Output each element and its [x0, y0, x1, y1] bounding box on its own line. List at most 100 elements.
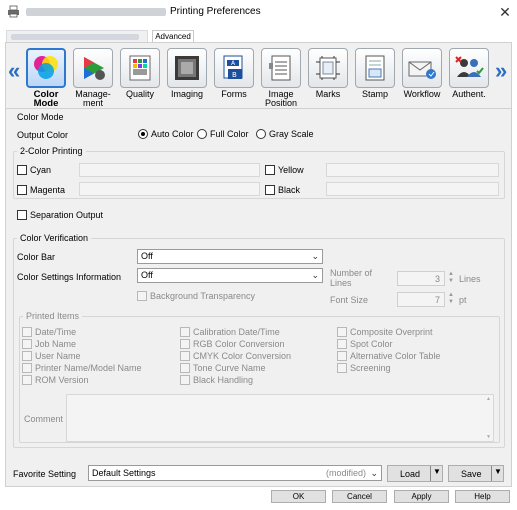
- management-icon: [73, 48, 113, 88]
- pt-unit: pt: [459, 295, 467, 305]
- date-time-checkbox[interactable]: Date/Time: [22, 326, 142, 338]
- printed-items-column-3: Composite Overprint Spot Color Alternati…: [337, 326, 440, 374]
- forms-icon: AB: [214, 48, 254, 88]
- checkbox[interactable]: [337, 339, 347, 349]
- ok-button[interactable]: OK: [271, 490, 326, 503]
- load-label: Load: [400, 469, 421, 479]
- yellow-checkbox[interactable]: Yellow: [265, 165, 304, 175]
- color-bar-select[interactable]: Off ⌄: [137, 249, 323, 264]
- checkbox[interactable]: [22, 339, 32, 349]
- full-color-radio[interactable]: Full Color: [197, 129, 249, 139]
- color-mode-icon: [26, 48, 66, 88]
- printer-name-checkbox[interactable]: Printer Name/Model Name: [22, 362, 142, 374]
- save-dropdown-icon[interactable]: ▼: [494, 467, 502, 476]
- checkbox[interactable]: [22, 351, 32, 361]
- category-label: Marks: [315, 89, 341, 99]
- checkbox[interactable]: [265, 165, 275, 175]
- checkbox[interactable]: [337, 363, 347, 373]
- category-management[interactable]: Manage- ment: [71, 48, 115, 108]
- checkbox[interactable]: [22, 363, 32, 373]
- category-authentication[interactable]: Authent.: [447, 48, 491, 99]
- svg-text:B: B: [232, 71, 237, 79]
- background-transparency-checkbox[interactable]: Background Transparency: [137, 291, 255, 301]
- color-settings-information-select[interactable]: Off ⌄: [137, 268, 323, 283]
- composite-overprint-checkbox[interactable]: Composite Overprint: [337, 326, 440, 338]
- checkbox[interactable]: [137, 291, 147, 301]
- category-workflow[interactable]: Workflow: [400, 48, 444, 99]
- checkbox[interactable]: [180, 339, 190, 349]
- checkbox[interactable]: [180, 363, 190, 373]
- chevron-down-icon: ⌄: [311, 270, 319, 280]
- checkbox[interactable]: [17, 185, 27, 195]
- comment-scrollbar[interactable]: ▲ ▼: [484, 396, 493, 440]
- yellow-field: [326, 163, 499, 177]
- checkbox[interactable]: [265, 185, 275, 195]
- checkbox[interactable]: [17, 165, 27, 175]
- authentication-icon: [449, 48, 489, 88]
- font-size-input[interactable]: 7: [397, 292, 445, 307]
- number-of-lines-label: Number of Lines: [330, 268, 373, 288]
- black-checkbox[interactable]: Black: [265, 185, 300, 195]
- category-imaging[interactable]: Imaging: [165, 48, 209, 99]
- cyan-field: [79, 163, 260, 177]
- nav-right-icon[interactable]: »: [495, 58, 507, 84]
- separation-output-checkbox[interactable]: Separation Output: [17, 210, 103, 220]
- save-label: Save: [461, 469, 482, 479]
- calibration-date-time-checkbox[interactable]: Calibration Date/Time: [180, 326, 291, 338]
- job-name-checkbox[interactable]: Job Name: [22, 338, 142, 350]
- magenta-field: [79, 182, 260, 196]
- checkbox[interactable]: [180, 327, 190, 337]
- favorite-setting-select[interactable]: Default Settings (modified) ⌄: [88, 465, 382, 481]
- checkbox[interactable]: [17, 210, 27, 220]
- category-forms[interactable]: AB Forms: [212, 48, 256, 99]
- category-stamp[interactable]: Stamp: [353, 48, 397, 99]
- number-of-lines-input[interactable]: 3: [397, 271, 445, 286]
- color-verification-title: Color Verification: [17, 233, 92, 243]
- checkbox[interactable]: [22, 375, 32, 385]
- color-settings-information-value: Off: [141, 270, 153, 280]
- cmyk-color-conversion-checkbox[interactable]: CMYK Color Conversion: [180, 350, 291, 362]
- checkbox[interactable]: [337, 351, 347, 361]
- title-bar: Printing Preferences ✕: [0, 0, 517, 24]
- screening-checkbox[interactable]: Screening: [337, 362, 440, 374]
- user-name-checkbox[interactable]: User Name: [22, 350, 142, 362]
- magenta-checkbox[interactable]: Magenta: [17, 185, 65, 195]
- tone-curve-name-checkbox[interactable]: Tone Curve Name: [180, 362, 291, 374]
- load-dropdown-icon[interactable]: ▼: [433, 467, 441, 476]
- nav-left-icon[interactable]: «: [8, 58, 20, 84]
- help-button[interactable]: Help: [455, 490, 510, 503]
- font-size-spinner[interactable]: ▲ ▼: [446, 292, 456, 307]
- font-size-label: Font Size: [330, 295, 369, 305]
- spot-color-checkbox[interactable]: Spot Color: [337, 338, 440, 350]
- checkbox[interactable]: [22, 327, 32, 337]
- rom-version-checkbox[interactable]: ROM Version: [22, 374, 142, 386]
- checkbox[interactable]: [180, 351, 190, 361]
- black-field: [326, 182, 499, 196]
- window-title: Printing Preferences: [170, 6, 261, 17]
- close-icon[interactable]: ✕: [496, 3, 514, 21]
- radio-button[interactable]: [138, 129, 148, 139]
- comment-textarea[interactable]: [66, 394, 494, 442]
- number-of-lines-spinner[interactable]: ▲ ▼: [446, 271, 456, 286]
- checkbox[interactable]: [337, 327, 347, 337]
- alternative-color-table-checkbox[interactable]: Alternative Color Table: [337, 350, 440, 362]
- category-label: Color Mode: [33, 89, 59, 109]
- black-handling-checkbox[interactable]: Black Handling: [180, 374, 291, 386]
- rgb-color-conversion-checkbox[interactable]: RGB Color Conversion: [180, 338, 291, 350]
- gray-scale-radio[interactable]: Gray Scale: [256, 129, 314, 139]
- checkbox[interactable]: [180, 375, 190, 385]
- color-bar-value: Off: [141, 251, 153, 261]
- category-marks[interactable]: Marks: [306, 48, 350, 99]
- category-image-position[interactable]: Image Position: [259, 48, 303, 108]
- cancel-button[interactable]: Cancel: [332, 490, 387, 503]
- category-label: Stamp: [361, 89, 388, 99]
- cyan-checkbox[interactable]: Cyan: [17, 165, 51, 175]
- auto-color-radio[interactable]: Auto Color: [138, 129, 194, 139]
- category-color-mode[interactable]: Color Mode: [24, 48, 68, 108]
- radio-button[interactable]: [197, 129, 207, 139]
- radio-button[interactable]: [256, 129, 266, 139]
- apply-button[interactable]: Apply: [394, 490, 449, 503]
- category-quality[interactable]: Quality: [118, 48, 162, 99]
- chevron-down-icon: ⌄: [370, 468, 378, 478]
- two-color-printing-title: 2-Color Printing: [17, 146, 86, 156]
